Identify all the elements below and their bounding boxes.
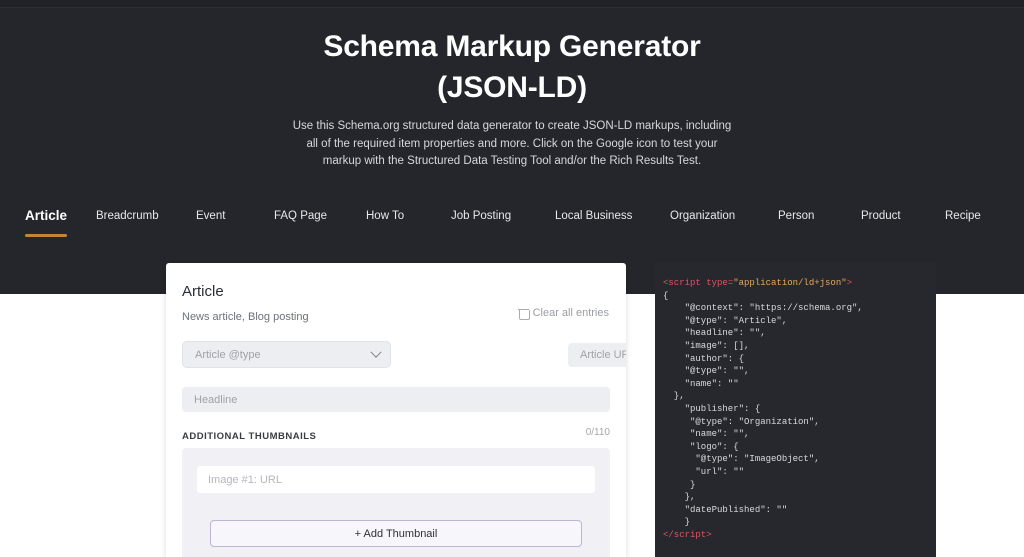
jsonld-output-panel[interactable]: <script type="application/ld+json"> { "@c… [655,263,936,557]
tab-how-to[interactable]: How To [366,210,404,230]
tab-organization[interactable]: Organization [670,210,735,230]
page-title-line2: (JSON-LD) [437,71,587,104]
code-line: "logo": { [663,441,739,452]
hero-header: Schema Markup Generator (JSON-LD) Use th… [0,0,1024,294]
article-type-select[interactable]: Article @type [182,341,391,368]
tab-label: Article [25,208,68,223]
jsonld-code: <script type="application/ld+json"> { "@c… [655,277,936,541]
trash-icon [517,308,530,320]
schema-type-tabs: Article Breadcrumb Event FAQ Page How To Job … [0,208,1024,255]
app-root: Schema Markup Generator (JSON-LD) Use th… [0,0,1024,557]
code-line: "author": { [663,353,745,364]
tab-label: Product [861,210,901,222]
tab-label: Recipe [945,210,981,222]
clear-all-entries-button[interactable]: Clear all entries [517,307,609,320]
code-line: } [663,517,691,528]
card-subtitle: News article, Blog posting [182,311,309,323]
code-line: }, [663,391,685,402]
tab-label: Organization [670,210,736,222]
tab-label: Job Posting [451,210,512,222]
code-line-open-tag: <script type="application/ld+json"> [663,278,853,288]
card-title: Article [182,283,224,300]
code-line: } [663,479,696,490]
code-line: "@type": "Article", [663,315,788,326]
tab-faq-page[interactable]: FAQ Page [274,210,327,230]
code-line: "headline": "", [663,328,766,339]
tab-breadcrumb[interactable]: Breadcrumb [96,210,159,230]
headline-character-counter: 0/110 [585,427,610,438]
thumbnails-panel: + Add Thumbnail [182,448,610,557]
article-form-card: Article News article, Blog posting Clear… [166,263,626,557]
code-line: }, [663,492,696,503]
tab-label: Local Business [555,210,633,222]
article-url-input[interactable] [568,343,626,367]
tab-label: Person [778,210,815,222]
page-description-line3: markup with the Structured Data Testing … [322,155,702,167]
thumbnail-image-1-input[interactable] [197,466,595,493]
tab-job-posting[interactable]: Job Posting [451,210,511,230]
article-type-select-value: Article @type [195,348,261,361]
tab-label: Breadcrumb [96,210,159,222]
code-line: "publisher": { [663,403,761,414]
code-line: "datePublished": "" [663,504,788,515]
code-line: "@type": "", [663,366,750,377]
headline-input[interactable] [182,387,610,412]
tab-local-business[interactable]: Local Business [555,210,632,230]
top-strip [0,0,1024,8]
tab-product[interactable]: Product [861,210,901,230]
tab-article[interactable]: Article [25,208,68,237]
code-line: { [663,290,669,301]
add-thumbnail-button[interactable]: + Add Thumbnail [210,520,582,547]
clear-all-entries-label: Clear all entries [532,307,609,319]
page-description: Use this Schema.org structured data gene… [0,118,1024,171]
code-line: "image": [], [663,340,750,351]
code-line: "name": "" [663,378,739,389]
active-tab-underline [25,234,68,237]
additional-thumbnails-header: ADDITIONAL THUMBNAILS [182,431,317,442]
page-title: Schema Markup Generator (JSON-LD) [0,26,1024,108]
tab-label: Event [196,210,226,222]
code-line: "url": "" [663,466,745,477]
code-line: "@context": "https://schema.org", [663,303,863,314]
tab-recipe[interactable]: Recipe [945,210,981,230]
code-line: "@type": "ImageObject", [663,454,820,465]
tab-label: How To [366,210,405,222]
code-line-close-tag: </script> [663,529,712,540]
tab-label: FAQ Page [274,210,328,222]
code-line: "name": "", [663,429,750,440]
page-description-line2: all of the required item properties and … [306,137,718,150]
page-description-line1: Use this Schema.org structured data gene… [292,120,732,132]
tab-person[interactable]: Person [778,210,814,230]
tab-event[interactable]: Event [196,210,225,230]
page-title-line1: Schema Markup Generator [323,30,701,63]
chevron-down-icon [370,346,382,358]
code-line: "@type": "Organization", [663,416,820,427]
